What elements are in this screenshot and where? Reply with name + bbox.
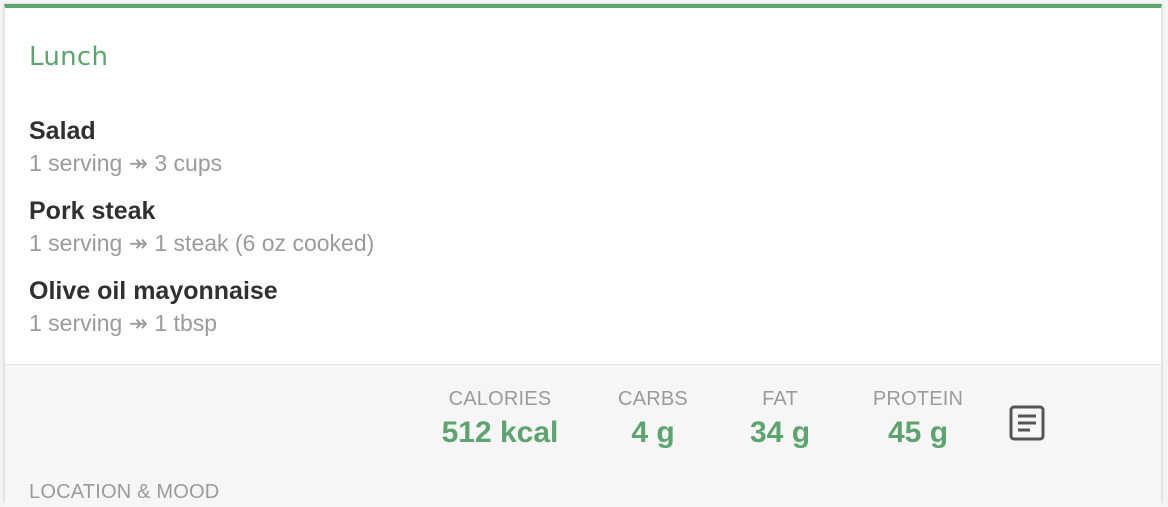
- food-name: Pork steak: [29, 197, 156, 225]
- protein-label: PROTEIN: [872, 388, 964, 410]
- fat-value: 34 g: [749, 416, 811, 449]
- food-item-olive-oil-mayonnaise[interactable]: Olive oil mayonnaise 1 serving ↠ 1 tbsp: [29, 276, 374, 356]
- food-name: Salad: [29, 117, 96, 145]
- carbs-label: CARBS: [618, 388, 688, 410]
- calories-value: 512 kcal: [441, 416, 559, 449]
- food-serving: 1 serving ↠ 1 tbsp: [29, 310, 218, 336]
- food-serving: 1 serving ↠ 3 cups: [29, 150, 223, 176]
- meal-title: Lunch: [29, 42, 109, 72]
- nutrition-footer: CALORIES 512 kcal CARBS 4 g FAT 34 g PRO…: [5, 364, 1161, 507]
- fat-summary: FAT 34 g: [735, 387, 825, 453]
- protein-summary: PROTEIN 45 g: [863, 387, 973, 453]
- food-item-salad[interactable]: Salad 1 serving ↠ 3 cups: [29, 116, 374, 196]
- location-mood-label: LOCATION & MOOD: [29, 481, 220, 503]
- meal-card: Lunch Salad 1 serving ↠ 3 cups Pork stea…: [4, 4, 1162, 507]
- food-item-pork-steak[interactable]: Pork steak 1 serving ↠ 1 steak (6 oz coo…: [29, 196, 374, 276]
- food-serving: 1 serving ↠ 1 steak (6 oz cooked): [29, 230, 375, 256]
- calories-label: CALORIES: [448, 388, 552, 410]
- calories-summary: CALORIES 512 kcal: [435, 387, 565, 453]
- carbs-value: 4 g: [631, 416, 675, 449]
- fat-label: FAT: [762, 388, 798, 410]
- notes-icon: [1009, 405, 1045, 441]
- nutrition-details-button[interactable]: [1005, 401, 1049, 445]
- carbs-summary: CARBS 4 g: [609, 387, 697, 453]
- food-list: Salad 1 serving ↠ 3 cups Pork steak 1 se…: [29, 116, 374, 356]
- protein-value: 45 g: [887, 416, 949, 449]
- food-name: Olive oil mayonnaise: [29, 277, 278, 305]
